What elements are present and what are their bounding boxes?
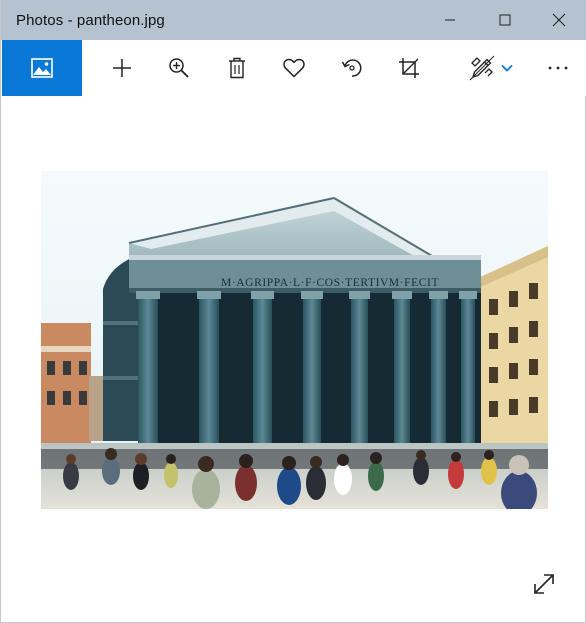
chevron-down-icon (501, 64, 513, 72)
minimize-button[interactable] (423, 0, 477, 40)
crop-icon (399, 58, 419, 78)
rotate-button[interactable] (334, 40, 370, 96)
rotate-icon (341, 59, 362, 77)
trash-icon (229, 57, 245, 79)
close-button[interactable] (532, 0, 586, 40)
add-to-button[interactable] (104, 40, 140, 96)
photo-viewer[interactable]: M·AGRIPPA·L·F·COS·TERTIVM·FECIT (41, 171, 548, 509)
see-more-button[interactable] (541, 40, 575, 96)
plus-icon (113, 59, 131, 77)
photos-icon (31, 58, 53, 78)
ellipsis-icon (548, 66, 568, 70)
favorite-button[interactable] (276, 40, 312, 96)
fullscreen-button[interactable] (528, 568, 560, 600)
window-title: Photos - pantheon.jpg (16, 12, 165, 29)
toolbar (1, 40, 586, 96)
edit-dropdown-button[interactable] (497, 40, 517, 96)
close-icon (552, 13, 566, 27)
maximize-icon (499, 14, 511, 26)
see-all-photos-button[interactable] (2, 40, 82, 96)
expand-icon (534, 574, 554, 594)
portico-inscription: M·AGRIPPA·L·F·COS·TERTIVM·FECIT (221, 277, 439, 289)
heart-icon (283, 58, 305, 78)
zoom-button[interactable] (161, 40, 197, 96)
delete-button[interactable] (219, 40, 255, 96)
minimize-icon (445, 19, 455, 21)
maximize-button[interactable] (478, 0, 532, 40)
title-bar[interactable]: Photos - pantheon.jpg (1, 0, 586, 40)
draw-icon (469, 55, 495, 81)
edit-and-create-button[interactable] (466, 40, 498, 96)
pantheon-photo: M·AGRIPPA·L·F·COS·TERTIVM·FECIT (41, 171, 548, 509)
zoom-in-icon (169, 58, 189, 78)
photos-window: Photos - pantheon.jpg M·AGRIPPA·L·F·COS·… (0, 0, 586, 623)
crop-button[interactable] (391, 40, 427, 96)
